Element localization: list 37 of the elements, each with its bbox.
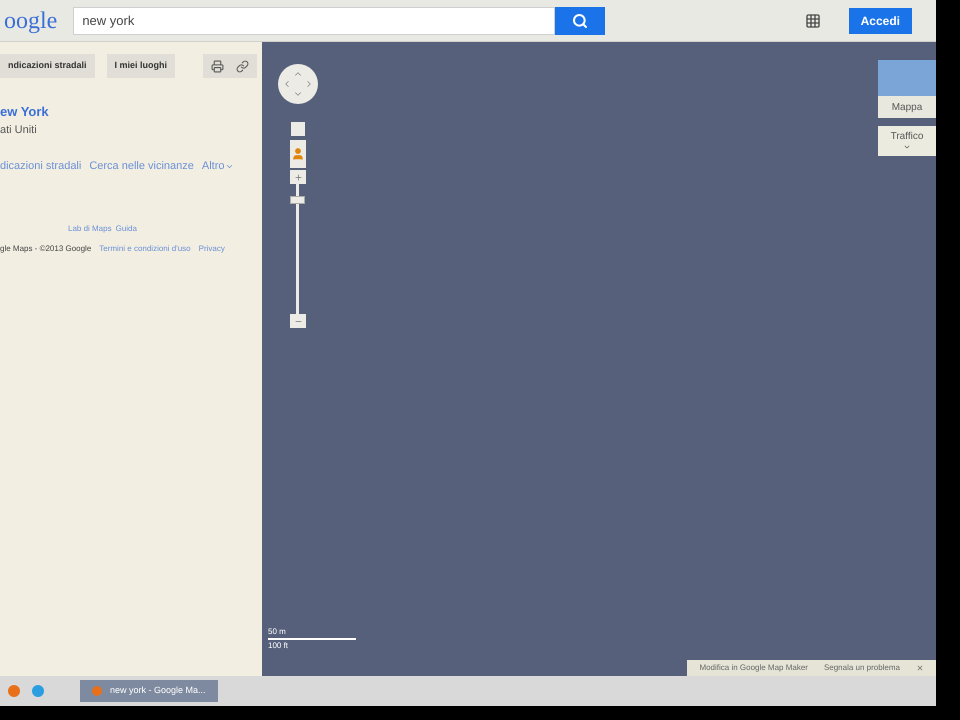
pegman-icon[interactable] [290, 140, 306, 168]
help-link[interactable]: Guida [116, 222, 137, 234]
map-maker-link[interactable]: Modifica in Google Map Maker [699, 662, 808, 674]
directions-link[interactable]: dicazioni stradali [0, 158, 82, 174]
close-icon[interactable] [916, 664, 924, 672]
search-icon [572, 12, 588, 28]
privacy-link[interactable]: Privacy [198, 242, 225, 254]
place-country: ati Uniti [0, 122, 38, 138]
pan-control[interactable] [278, 64, 318, 104]
scale-label: 100 ft [268, 640, 290, 652]
copyright-text: gle Maps - ©2013 Google [0, 242, 92, 254]
firefox-icon[interactable] [8, 685, 20, 697]
print-icon[interactable] [211, 60, 224, 72]
search-field[interactable]: new york [73, 6, 556, 34]
traffic-button[interactable]: Traffico [878, 126, 936, 156]
labs-link[interactable]: Lab di Maps [68, 222, 112, 234]
satellite-map[interactable]: Mappa Traffico 50 m 100 ft Modifica in Google Map Maker Segnala un problema [262, 42, 936, 676]
zoom-out-button[interactable] [290, 314, 306, 328]
nearby-link[interactable]: Cerca nelle vicinanze [89, 158, 194, 174]
more-link[interactable]: Altro [202, 158, 234, 174]
apps-icon[interactable] [804, 12, 821, 28]
place-title[interactable]: ew York [0, 102, 262, 122]
signin-button[interactable]: Accedi [848, 8, 912, 34]
terms-link[interactable]: Termini e condizioni d'uso [99, 242, 191, 254]
my-places-button[interactable]: I miei luoghi [106, 54, 176, 78]
map-layer-button[interactable]: Mappa [878, 60, 936, 118]
scale-label: 50 m [268, 626, 287, 638]
plus-icon [294, 172, 302, 182]
link-icon[interactable] [236, 60, 250, 72]
zoom-in-button[interactable] [290, 170, 306, 184]
google-logo: oogle [3, 6, 58, 36]
report-link[interactable]: Segnala un problema [824, 662, 900, 674]
search-button[interactable] [555, 6, 606, 34]
zoom-handle[interactable] [290, 196, 305, 204]
browser-icon[interactable] [32, 685, 44, 697]
directions-button[interactable]: ndicazioni stradali [0, 54, 95, 78]
taskbar-window[interactable]: new york - Google Ma... [80, 680, 218, 702]
